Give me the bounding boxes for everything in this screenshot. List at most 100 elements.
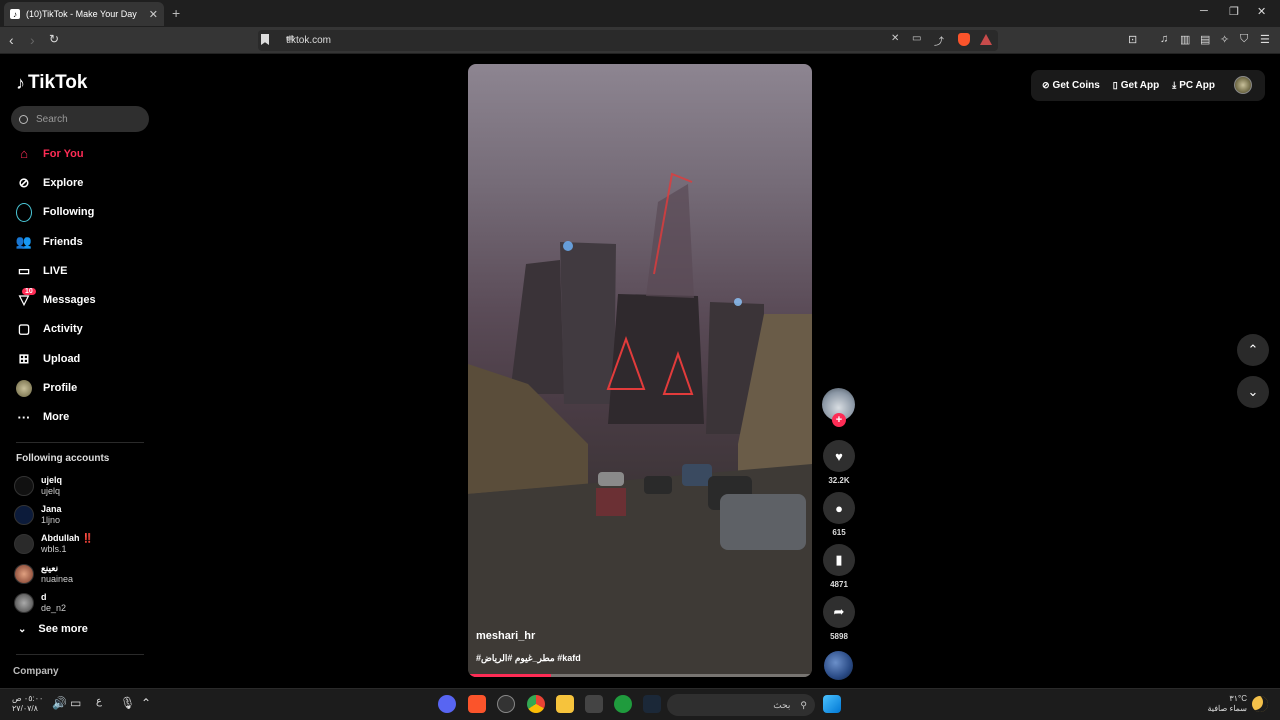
tray-chevron-icon[interactable]: ⌃	[141, 696, 151, 710]
tiktok-page: ♪ TikTok Search ⌂ For You ⊘ Explore Foll…	[0, 54, 1280, 688]
like-button[interactable]: ♥ 32.2K	[823, 440, 855, 485]
store-icon[interactable]	[585, 695, 603, 713]
back-icon[interactable]: ‹	[9, 32, 14, 48]
sidebar-item-following[interactable]: Following	[0, 198, 160, 227]
leo-ai-icon[interactable]: ✧	[1220, 33, 1229, 46]
tiktok-logo-icon: ♪	[16, 72, 25, 93]
brave-shield-icon[interactable]	[958, 33, 970, 46]
taskbar-weather[interactable]: ٣١°C سماء صافية	[1205, 694, 1247, 714]
video-username[interactable]: meshari_hr	[476, 630, 535, 642]
microphone-icon[interactable]: 🎙	[120, 696, 135, 710]
taskbar-search[interactable]: بحث ⚲	[667, 694, 815, 716]
chrome-icon[interactable]	[527, 695, 545, 713]
maximize-icon[interactable]: ❐	[1229, 5, 1239, 18]
comment-button[interactable]: ● 615	[823, 492, 855, 537]
previous-video-button[interactable]: ⌃	[1237, 334, 1269, 366]
forward-icon[interactable]: ›	[30, 32, 35, 48]
video-player[interactable]: meshari_hr #مطر_غيوم #الرياض #kafd	[468, 64, 812, 677]
account-name: نعينع	[41, 562, 59, 573]
address-toolbar: ‹ › ↻ tiktok.com	[0, 27, 1280, 54]
account-name: Abdullah ‼️	[41, 533, 94, 544]
chevron-down-icon: ⌄	[1247, 384, 1259, 399]
wallet-icon[interactable]: ▤	[1200, 33, 1210, 46]
cast-icon[interactable]: ▭	[912, 33, 921, 44]
follow-plus-icon[interactable]: +	[832, 413, 846, 427]
sidebar-divider	[16, 654, 144, 655]
steam-icon[interactable]	[643, 695, 661, 713]
music-disc-icon[interactable]	[824, 651, 853, 680]
search-input[interactable]: Search	[11, 106, 149, 132]
following-account[interactable]: Abdullah ‼️ wbls.1	[14, 530, 154, 559]
share-icon[interactable]: ⤴	[934, 33, 944, 48]
creator-avatar[interactable]: +	[822, 388, 855, 427]
next-video-button[interactable]: ⌄	[1237, 376, 1269, 408]
sidebar-item-for-you[interactable]: ⌂ For You	[0, 139, 160, 168]
user-avatar[interactable]	[1234, 76, 1252, 94]
sidebar-item-messages[interactable]: ▽ 10 Messages	[0, 285, 160, 314]
video-caption[interactable]: #مطر_غيوم #الرياض #kafd	[476, 653, 581, 664]
account-handle: ujelq	[41, 485, 61, 496]
sidebar-item-label: Upload	[43, 352, 81, 365]
reload-icon[interactable]: ↻	[49, 32, 59, 46]
new-tab-button[interactable]: +	[172, 5, 180, 21]
sidebar-item-label: LIVE	[43, 264, 68, 277]
input-language[interactable]: ع	[96, 696, 102, 707]
sidebar-item-live[interactable]: ▭ LIVE	[0, 256, 160, 285]
following-account[interactable]: d de_n2	[14, 588, 154, 617]
sidebar-item-activity[interactable]: ▢ Activity	[0, 315, 160, 344]
brave-rewards-icon[interactable]	[980, 34, 992, 45]
phone-icon: ▯	[1112, 80, 1118, 90]
see-more-button[interactable]: ⌄ See more	[18, 623, 88, 635]
sidebar-item-more[interactable]: ··· More	[0, 403, 160, 432]
following-account[interactable]: نعينع nuainea	[14, 559, 154, 588]
file-explorer-icon[interactable]	[556, 695, 574, 713]
windows-start-icon[interactable]	[823, 695, 841, 713]
sidebar-item-upload[interactable]: ⊞ Upload	[0, 344, 160, 373]
search-icon	[19, 114, 28, 124]
sidebar-item-friends[interactable]: 👥 Friends	[0, 227, 160, 256]
following-account[interactable]: Jana 1ljno	[14, 500, 154, 529]
tab-close-icon[interactable]: ✕	[149, 8, 158, 21]
following-account[interactable]: ujelq ujelq	[14, 471, 154, 500]
get-app-button[interactable]: ▯ Get App	[1113, 80, 1159, 91]
share-button[interactable]: ➦ 5898	[823, 596, 855, 641]
company-link[interactable]: Company	[13, 666, 59, 677]
sidebar-divider	[16, 442, 144, 443]
sidebar-item-profile[interactable]: Profile	[0, 373, 160, 402]
chevron-up-icon: ⌃	[1247, 342, 1259, 357]
taskbar-clock[interactable]: ٠٥:٠٠ ص ٢٧/٠٧/٨	[12, 694, 43, 714]
activity-icon: ▢	[17, 321, 31, 337]
get-app-label: Get App	[1120, 80, 1160, 91]
vpn-icon[interactable]: ⛉	[1240, 33, 1248, 46]
upload-icon: ⊞	[18, 350, 30, 366]
video-progress-bar[interactable]	[468, 674, 812, 677]
screenshot-icon[interactable]: ⊡	[1128, 33, 1137, 46]
sidebar-item-label: Explore	[43, 176, 84, 189]
pc-app-button[interactable]: ⤓ PC App	[1172, 80, 1215, 91]
window-close-icon[interactable]: ✕	[1257, 5, 1266, 18]
tiktok-favicon-icon: ♪	[10, 9, 20, 19]
sidebar-item-explore[interactable]: ⊘ Explore	[0, 168, 160, 197]
discord-icon[interactable]	[438, 695, 456, 713]
volume-icon[interactable]: 🔊	[52, 696, 67, 710]
steam-client-icon[interactable]	[497, 695, 515, 713]
xbox-icon[interactable]	[614, 695, 632, 713]
coin-icon: ⊘	[1042, 80, 1050, 90]
clock-date: ٢٧/٠٧/٨	[12, 704, 38, 713]
media-icon[interactable]: ♫	[1160, 33, 1168, 45]
menu-icon[interactable]: ☰	[1260, 33, 1270, 46]
network-icon[interactable]: ▭	[70, 696, 81, 710]
url-bar[interactable]: tiktok.com	[258, 30, 998, 51]
weather-condition: سماء صافية	[1207, 704, 1247, 713]
save-button[interactable]: ▮ 4871	[823, 544, 855, 589]
site-info-icon[interactable]: ⇌	[286, 33, 294, 44]
minimize-icon[interactable]: ─	[1200, 5, 1208, 17]
sidebar-toggle-icon[interactable]: ▥	[1180, 33, 1190, 46]
tiktok-logo[interactable]: ♪ TikTok	[16, 72, 87, 94]
brave-icon[interactable]	[468, 695, 486, 713]
browser-tab[interactable]: ♪ (10)TikTok - Make Your Day ✕	[4, 2, 164, 26]
video-actions: +	[822, 388, 856, 427]
get-coins-button[interactable]: ⊘ Get Coins	[1042, 80, 1100, 91]
moon-icon	[1252, 696, 1268, 712]
translate-icon[interactable]: ✕	[891, 33, 899, 44]
